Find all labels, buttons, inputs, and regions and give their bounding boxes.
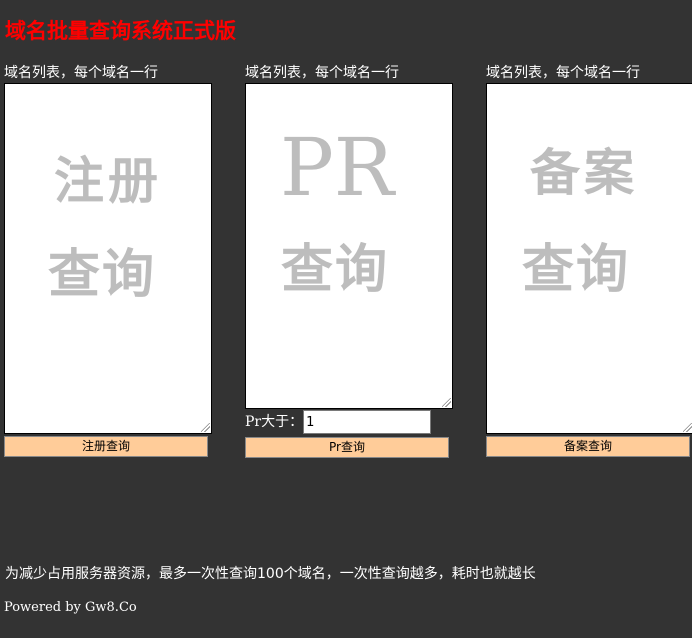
pr-domain-textarea[interactable] — [246, 84, 452, 408]
pr-domain-list-box: PR 查询 — [245, 83, 453, 409]
domain-list-label: 域名列表，每个域名一行 — [4, 65, 158, 81]
register-domain-textarea[interactable] — [5, 84, 211, 433]
register-query-button[interactable]: 注册查询 — [4, 436, 208, 457]
pr-threshold-label: Pr大于： — [245, 414, 304, 430]
register-domain-list-box: 注册 查询 — [4, 83, 212, 434]
pr-threshold-input[interactable] — [303, 410, 432, 434]
powered-by-text: Powered by Gw8.Co — [4, 600, 137, 615]
pr-query-panel: 域名列表，每个域名一行 PR 查询 — [245, 63, 453, 409]
icp-domain-textarea[interactable] — [487, 84, 692, 433]
icp-query-button[interactable]: 备案查询 — [486, 436, 690, 457]
icp-query-panel: 域名列表，每个域名一行 备案 查询 备案查询 — [486, 63, 692, 457]
domain-list-label: 域名列表，每个域名一行 — [245, 65, 399, 81]
register-query-panel: 域名列表，每个域名一行 注册 查询 注册查询 — [4, 63, 212, 457]
page-title: 域名批量查询系统正式版 — [5, 18, 236, 43]
resize-grip-icon[interactable] — [683, 423, 692, 432]
resize-grip-icon[interactable] — [201, 423, 210, 432]
domain-list-label: 域名列表，每个域名一行 — [486, 65, 640, 81]
icp-domain-list-box: 备案 查询 — [486, 83, 692, 434]
usage-note: 为减少占用服务器资源，最多一次性查询100个域名，一次性查询越多，耗时也就越长 — [5, 566, 536, 582]
pr-threshold-row: Pr大于： — [245, 410, 432, 434]
pr-query-button[interactable]: Pr查询 — [245, 437, 449, 458]
resize-grip-icon[interactable] — [442, 398, 451, 407]
